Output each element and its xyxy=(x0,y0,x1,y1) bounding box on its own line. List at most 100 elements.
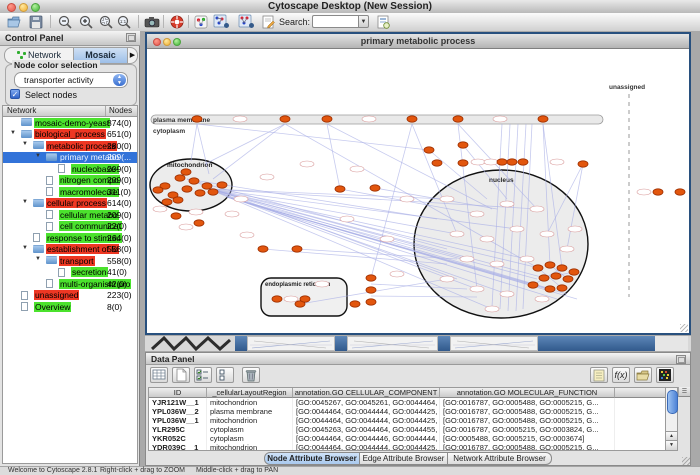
tab-scroll-arrow[interactable]: ▶ xyxy=(127,48,137,63)
tree-row[interactable]: cellular metabo209(0) xyxy=(3,209,137,221)
network-edit-icon[interactable] xyxy=(238,14,254,30)
network-node[interactable] xyxy=(217,182,227,188)
tree-row[interactable]: ▼metabolic process280(0) xyxy=(3,140,137,152)
network-node[interactable] xyxy=(292,246,302,252)
network-node[interactable] xyxy=(432,160,442,166)
table-row[interactable]: YPL036W__1mitochondrion[GO:0044464, GO:0… xyxy=(149,416,677,425)
network-node[interactable] xyxy=(545,286,555,292)
network-node[interactable] xyxy=(202,183,212,189)
disclosure-triangle-icon[interactable]: ▼ xyxy=(35,256,41,262)
save-session-button[interactable] xyxy=(28,14,44,30)
import-attributes-icon[interactable] xyxy=(634,367,652,383)
table-column-header[interactable]: _cellularLayoutRegion xyxy=(207,388,293,398)
strip-segment-blue[interactable] xyxy=(235,336,247,351)
network-node[interactable] xyxy=(208,189,218,195)
table-vertical-scrollbar[interactable]: ▲ ▼ xyxy=(665,387,678,451)
tree-row[interactable]: ▼cellular process614(0) xyxy=(3,198,137,210)
network-node[interactable] xyxy=(557,285,567,291)
tree-row[interactable]: unassigned223(0) xyxy=(3,290,137,302)
network-node[interactable] xyxy=(424,147,434,153)
network-node[interactable] xyxy=(162,199,172,205)
tab-edge-attribute-browser[interactable]: Edge Attribute Browser xyxy=(360,452,448,465)
strip-segment-blue[interactable] xyxy=(438,336,450,351)
float-data-panel-icon[interactable] xyxy=(676,355,686,364)
tree-row[interactable]: ▼transport558(0) xyxy=(3,255,137,267)
table-row[interactable]: YDR039C__1mitochondrion[GO:0044464, GO:0… xyxy=(149,443,677,451)
tree-row[interactable]: secretion41(0) xyxy=(3,267,137,279)
table-row[interactable]: YJR121W__1mitochondrion[GO:0045267, GO:0… xyxy=(149,398,677,407)
network-node[interactable] xyxy=(335,186,345,192)
network-node[interactable] xyxy=(453,116,463,122)
network-node[interactable] xyxy=(518,159,528,165)
strip-segment-thumb[interactable] xyxy=(450,336,538,351)
network-node[interactable] xyxy=(181,169,191,175)
network-node[interactable] xyxy=(557,265,567,271)
search-input[interactable] xyxy=(312,15,361,28)
float-panel-icon[interactable] xyxy=(126,33,136,42)
network-node[interactable] xyxy=(300,296,310,302)
network-node[interactable] xyxy=(258,246,268,252)
tree-row[interactable]: cell communicat22(0) xyxy=(3,221,137,233)
network-node[interactable] xyxy=(350,301,360,307)
network-node[interactable] xyxy=(280,116,290,122)
network-node[interactable] xyxy=(507,159,517,165)
network-resize-grip[interactable] xyxy=(680,324,688,332)
select-nodes-checkbox[interactable]: ✓ xyxy=(10,89,20,99)
network-node[interactable] xyxy=(370,185,380,191)
view-thumbnails-strip[interactable] xyxy=(145,336,691,351)
scroll-down-arrow[interactable]: ▼ xyxy=(666,440,677,450)
tree-row[interactable]: mosaic-demo-yeast874(0) xyxy=(3,117,137,129)
strip-segment-blue[interactable] xyxy=(538,336,655,351)
network-node[interactable] xyxy=(194,220,204,226)
tree-row[interactable]: macromolecule311(0) xyxy=(3,186,137,198)
zoom-in-icon[interactable] xyxy=(78,14,94,30)
table-column-header[interactable]: annotation.GO CELLULAR_COMPONENT xyxy=(293,388,440,398)
table-column-header[interactable]: annotation.GO MOLECULAR_FUNCTION xyxy=(440,388,615,398)
tree-row[interactable]: ▼primary metabo209(... xyxy=(3,152,137,164)
network-node[interactable] xyxy=(366,287,376,293)
help-lifering-icon[interactable] xyxy=(169,14,185,30)
network-node[interactable] xyxy=(458,160,468,166)
table-row[interactable]: YPL036W__2plasma membrane[GO:0044464, GO… xyxy=(149,407,677,416)
data-panel-resize-grip[interactable] xyxy=(682,457,690,465)
delete-attribute-icon[interactable] xyxy=(242,367,260,383)
search-advanced-icon[interactable] xyxy=(375,14,391,30)
attribute-table[interactable]: ID_cellularLayoutRegionannotation.GO CEL… xyxy=(148,387,678,451)
network-node[interactable] xyxy=(563,276,573,282)
select-attributes-icon[interactable] xyxy=(194,367,212,383)
network-node[interactable] xyxy=(173,197,183,203)
table-row[interactable]: YKR052Ccytoplasm[GO:0044464, GO:0044446,… xyxy=(149,434,677,443)
network-node[interactable] xyxy=(322,116,332,122)
function-builder-icon[interactable]: f(x) xyxy=(612,367,630,383)
network-node[interactable] xyxy=(366,275,376,281)
network-node[interactable] xyxy=(528,282,538,288)
table-row[interactable]: YLR295Ccytoplasm[GO:0045263, GO:0044464,… xyxy=(149,425,677,434)
network-view-window[interactable]: primary metabolic process plasma membran… xyxy=(145,32,691,335)
network-node[interactable] xyxy=(497,159,507,165)
table-column-header[interactable]: ID xyxy=(149,388,207,398)
network-node[interactable] xyxy=(545,262,555,268)
network-node[interactable] xyxy=(189,178,199,184)
network-node[interactable] xyxy=(569,269,579,275)
network-node[interactable] xyxy=(578,161,588,167)
search-dropdown-button[interactable]: ▼ xyxy=(358,15,369,28)
network-node[interactable] xyxy=(538,116,548,122)
zoom-out-icon[interactable] xyxy=(57,14,73,30)
disclosure-triangle-icon[interactable]: ▼ xyxy=(22,199,28,205)
network-node[interactable] xyxy=(551,273,561,279)
strip-segment-thumb[interactable] xyxy=(347,336,438,351)
notepad-icon[interactable] xyxy=(590,367,608,383)
attribute-matrix-icon[interactable] xyxy=(656,367,674,383)
snapshot-camera-icon[interactable] xyxy=(144,14,160,30)
network-node[interactable] xyxy=(182,186,192,192)
network-node[interactable] xyxy=(153,187,163,193)
open-file-button[interactable] xyxy=(6,14,22,30)
network-canvas[interactable]: plasma membranecytoplasmmitochondrionnuc… xyxy=(147,49,689,335)
zoom-selected-icon[interactable] xyxy=(98,14,114,30)
unselect-attributes-icon[interactable] xyxy=(216,367,234,383)
attribute-table-icon[interactable] xyxy=(150,367,168,383)
strip-segment-blue[interactable] xyxy=(335,336,347,351)
tree-row[interactable]: nucleobase-209(0) xyxy=(3,163,137,175)
tab-network-attribute-browser[interactable]: Network Attribute Browser xyxy=(448,452,552,465)
network-node[interactable] xyxy=(175,175,185,181)
